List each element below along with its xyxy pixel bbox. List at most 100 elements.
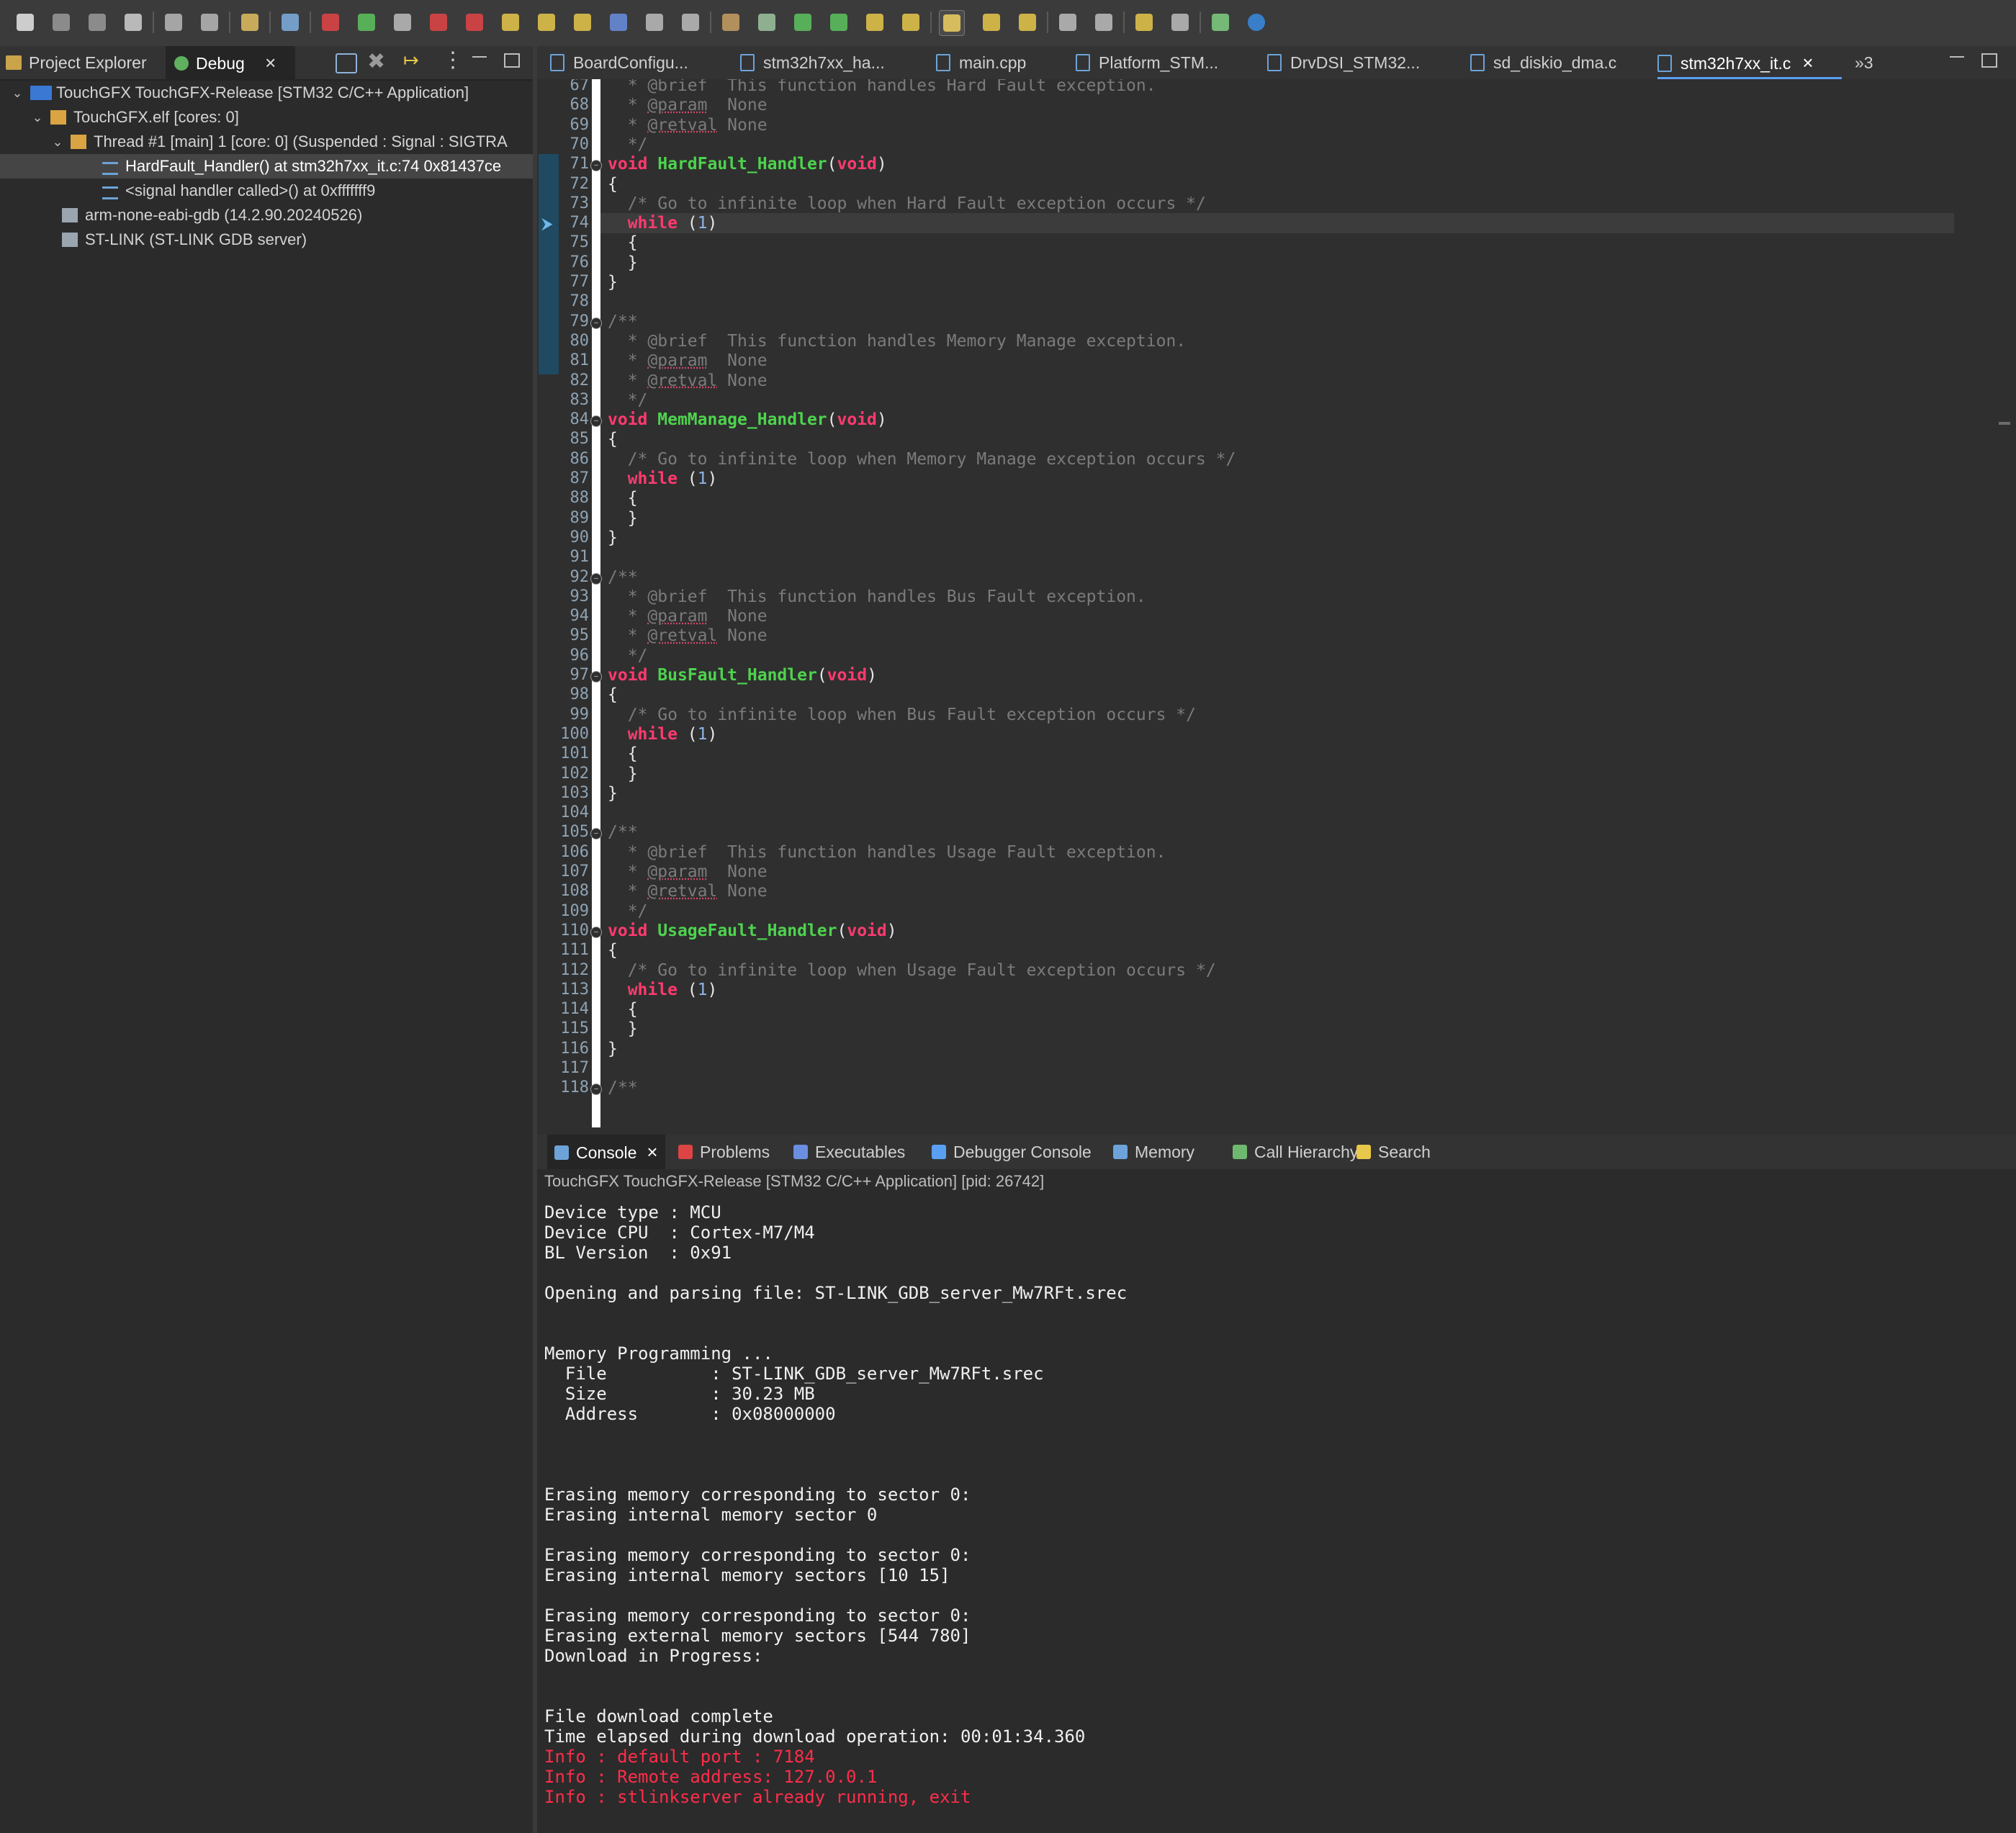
- line-number: 117: [560, 1059, 589, 1077]
- remove-all-terminated-icon[interactable]: ✖: [367, 49, 385, 74]
- tree-row[interactable]: ⌄ TouchGFX TouchGFX-Release [STM32 C/C++ …: [0, 81, 533, 105]
- save-all-icon[interactable]: [85, 10, 109, 35]
- drop-frame-icon[interactable]: [642, 10, 667, 35]
- chevron-down-icon[interactable]: ⌄: [10, 81, 24, 105]
- tree-row[interactable]: HardFault_Handler() at stm32h7xx_it.c:74…: [0, 154, 533, 179]
- tab-debugger-console[interactable]: Debugger Console: [932, 1135, 1092, 1169]
- next-annotation-icon[interactable]: [979, 10, 1004, 35]
- tree-row[interactable]: <signal handler called>() at 0xfffffff9: [0, 179, 533, 203]
- line-number: 116: [560, 1039, 589, 1058]
- step-into-icon[interactable]: [498, 10, 523, 35]
- code-editor[interactable]: 67 68 69 70 71 72 73 74 75 76 77 78 79 80 81 82 83 84 85 86…: [537, 79, 2016, 1127]
- editor-tab[interactable]: main.cpp: [936, 46, 1026, 79]
- chevron-down-icon[interactable]: ⌄: [50, 130, 65, 154]
- line-number: 113: [560, 980, 589, 999]
- line-number: 105: [560, 823, 589, 842]
- line-number: 90: [570, 528, 590, 546]
- tab-memory[interactable]: Memory: [1113, 1135, 1194, 1169]
- tab-debug[interactable]: Debug ×: [166, 46, 295, 79]
- tab-problems[interactable]: Problems: [678, 1135, 770, 1169]
- instruction-step-icon[interactable]: [606, 10, 631, 35]
- instruction-step-mode-icon[interactable]: ↦: [403, 49, 419, 71]
- line-number: 92: [570, 567, 590, 586]
- code-line: {: [608, 685, 618, 705]
- collapse-all-icon[interactable]: [336, 53, 357, 73]
- fold-toggle-icon[interactable]: –: [590, 671, 602, 683]
- line-number: 111: [560, 941, 589, 960]
- run-icon[interactable]: [791, 10, 815, 35]
- tab-executables[interactable]: Executables: [793, 1135, 905, 1169]
- info-icon[interactable]: [1244, 10, 1269, 35]
- editor-tab[interactable]: DrvDSI_STM32...: [1267, 46, 1420, 79]
- redo-icon[interactable]: [197, 10, 222, 35]
- close-icon[interactable]: ×: [265, 52, 276, 73]
- minimize-icon[interactable]: [1950, 56, 1964, 58]
- tab-overflow[interactable]: »3: [1855, 46, 1873, 79]
- editor-tab[interactable]: sd_diskio_dma.c: [1470, 46, 1616, 79]
- step-return-icon[interactable]: [570, 10, 595, 35]
- tree-row[interactable]: ST-LINK (ST-LINK GDB server): [0, 228, 533, 252]
- tree-row[interactable]: ⌄ TouchGFX.elf [cores: 0]: [0, 105, 533, 130]
- debug-icon[interactable]: [827, 10, 851, 35]
- pen-icon[interactable]: [899, 10, 923, 35]
- bug-icon: [174, 55, 189, 71]
- fold-toggle-icon[interactable]: –: [590, 926, 602, 938]
- fold-toggle-icon[interactable]: –: [590, 572, 602, 585]
- fold-toggle-icon[interactable]: –: [590, 415, 602, 428]
- undo-icon[interactable]: [161, 10, 186, 35]
- line-number: 102: [560, 764, 589, 783]
- fold-toggle-icon[interactable]: –: [590, 317, 602, 329]
- forward-icon[interactable]: [1092, 10, 1116, 35]
- code-line: }: [608, 1019, 638, 1039]
- editor-tab[interactable]: stm32h7xx_ha...: [740, 46, 885, 79]
- overview-ruler-mark[interactable]: [1999, 422, 2010, 425]
- editor-tab-active[interactable]: stm32h7xx_it.c ×: [1657, 46, 1842, 79]
- code-line: {: [608, 430, 618, 449]
- tab-console[interactable]: Console ×: [547, 1135, 665, 1169]
- minimize-icon[interactable]: [472, 56, 487, 58]
- prev-annotation-icon[interactable]: [1015, 10, 1040, 35]
- view-menu-icon[interactable]: ⋮: [442, 48, 464, 73]
- back-icon[interactable]: [1056, 10, 1080, 35]
- suspend-icon[interactable]: [390, 10, 415, 35]
- console-line: Size : 30.23 MB: [544, 1384, 815, 1404]
- resume-icon[interactable]: [354, 10, 379, 35]
- tree-row[interactable]: arm-none-eabi-gdb (14.2.90.20240526): [0, 203, 533, 228]
- open-perspective-icon[interactable]: [1208, 10, 1233, 35]
- chevron-down-icon[interactable]: ⌄: [30, 105, 45, 130]
- tab-call-hierarchy[interactable]: Call Hierarchy: [1233, 1135, 1358, 1169]
- tab-search[interactable]: Search: [1356, 1135, 1431, 1169]
- use-step-filters-icon[interactable]: [678, 10, 703, 35]
- close-icon[interactable]: ×: [647, 1141, 657, 1163]
- disconnect-icon[interactable]: [462, 10, 487, 35]
- editor-tab[interactable]: Platform_STM...: [1076, 46, 1218, 79]
- code-line: void HardFault_Handler(void): [608, 155, 887, 174]
- nav-forward-icon[interactable]: [1168, 10, 1192, 35]
- nav-back-icon[interactable]: [1132, 10, 1156, 35]
- terminate-icon[interactable]: [426, 10, 451, 35]
- refresh-icon[interactable]: [238, 10, 262, 35]
- debug-range-indicator: [539, 154, 559, 374]
- console-view[interactable]: TouchGFX TouchGFX-Release [STM32 C/C++ A…: [537, 1169, 2016, 1833]
- code-line: {: [608, 174, 618, 194]
- step-over-icon[interactable]: [534, 10, 559, 35]
- settings-icon[interactable]: [719, 10, 743, 35]
- debug-stop-icon[interactable]: [318, 10, 343, 35]
- maximize-icon[interactable]: [504, 53, 520, 68]
- maximize-icon[interactable]: [1981, 53, 1997, 68]
- editor-tabs: BoardConfigu... stm32h7xx_ha... main.cpp…: [537, 46, 2016, 81]
- target-icon[interactable]: [755, 10, 779, 35]
- tree-row[interactable]: ⌄ Thread #1 [main] 1 [core: 0] (Suspended…: [0, 130, 533, 154]
- search-icon[interactable]: [278, 10, 302, 35]
- toolbar-separator: [1200, 12, 1201, 33]
- build-icon[interactable]: [121, 10, 145, 35]
- close-icon[interactable]: ×: [1802, 52, 1813, 73]
- save-icon[interactable]: [49, 10, 73, 35]
- tab-project-explorer[interactable]: Project Explorer: [6, 46, 160, 79]
- new-icon[interactable]: [13, 10, 37, 35]
- gdb-icon: [62, 233, 78, 247]
- highlight-icon[interactable]: [939, 10, 965, 36]
- editor-tab[interactable]: BoardConfigu...: [550, 46, 688, 79]
- tab-label: BoardConfigu...: [573, 53, 688, 72]
- open-folder-icon[interactable]: [863, 10, 887, 35]
